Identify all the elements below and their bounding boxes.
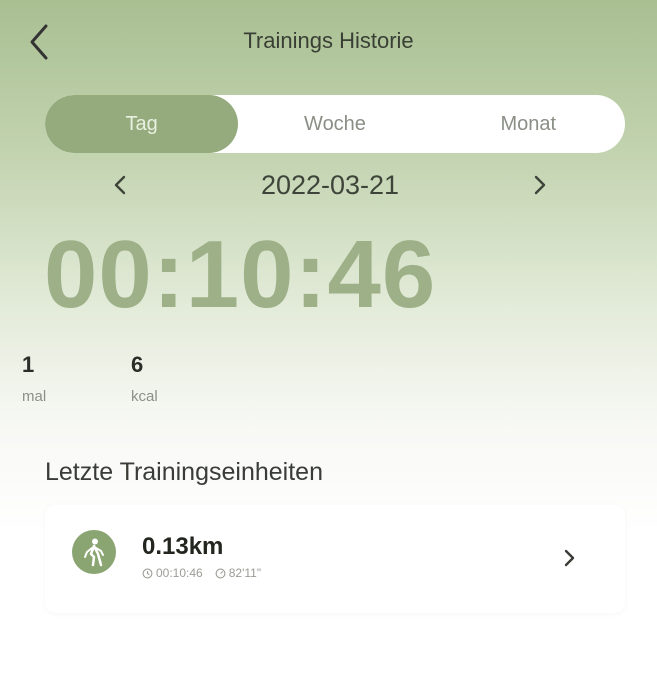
calories-unit: kcal [131,388,158,405]
chevron-right-icon [534,175,546,195]
selected-date: 2022-03-21 [260,169,400,200]
header: Trainings Historie [0,18,657,66]
training-session-card[interactable]: 0.13km 00:10:46 82'11" [45,505,625,613]
calories-value: 6 [131,352,144,377]
tab-week[interactable]: Woche [238,95,431,153]
tab-month[interactable]: Monat [432,95,625,153]
session-distance: 0.13km [142,533,224,560]
clock-icon [142,568,153,578]
page-title: Trainings Historie [243,28,414,53]
session-meta: 00:10:46 82'11" [142,566,261,580]
total-duration: 00:10:46 [44,221,437,328]
chevron-right-icon [564,549,575,567]
session-count-stat: 1 mal [22,352,46,405]
session-pace: 82'11" [215,566,261,580]
session-count-unit: mal [22,388,47,405]
tab-day[interactable]: Tag [45,95,239,153]
chevron-left-icon [114,175,126,195]
previous-date-button[interactable] [100,165,140,205]
session-duration: 00:10:46 [142,566,203,580]
training-history-screen: Trainings Historie Tag Woche Monat 2022-… [0,0,657,682]
walking-icon [72,530,116,574]
session-duration-value: 00:10:46 [156,566,203,580]
pace-icon [215,568,226,578]
calories-stat: 6 kcal [131,352,158,405]
period-tabs: Tag Woche Monat [45,95,625,153]
session-pace-value: 82'11" [228,566,262,580]
next-date-button[interactable] [520,165,560,205]
date-navigator: 2022-03-21 [100,165,560,205]
open-session-button[interactable] [557,546,581,570]
session-count-value: 1 [22,352,35,377]
recent-sessions-title: Letzte Trainingseinheiten [45,458,323,486]
